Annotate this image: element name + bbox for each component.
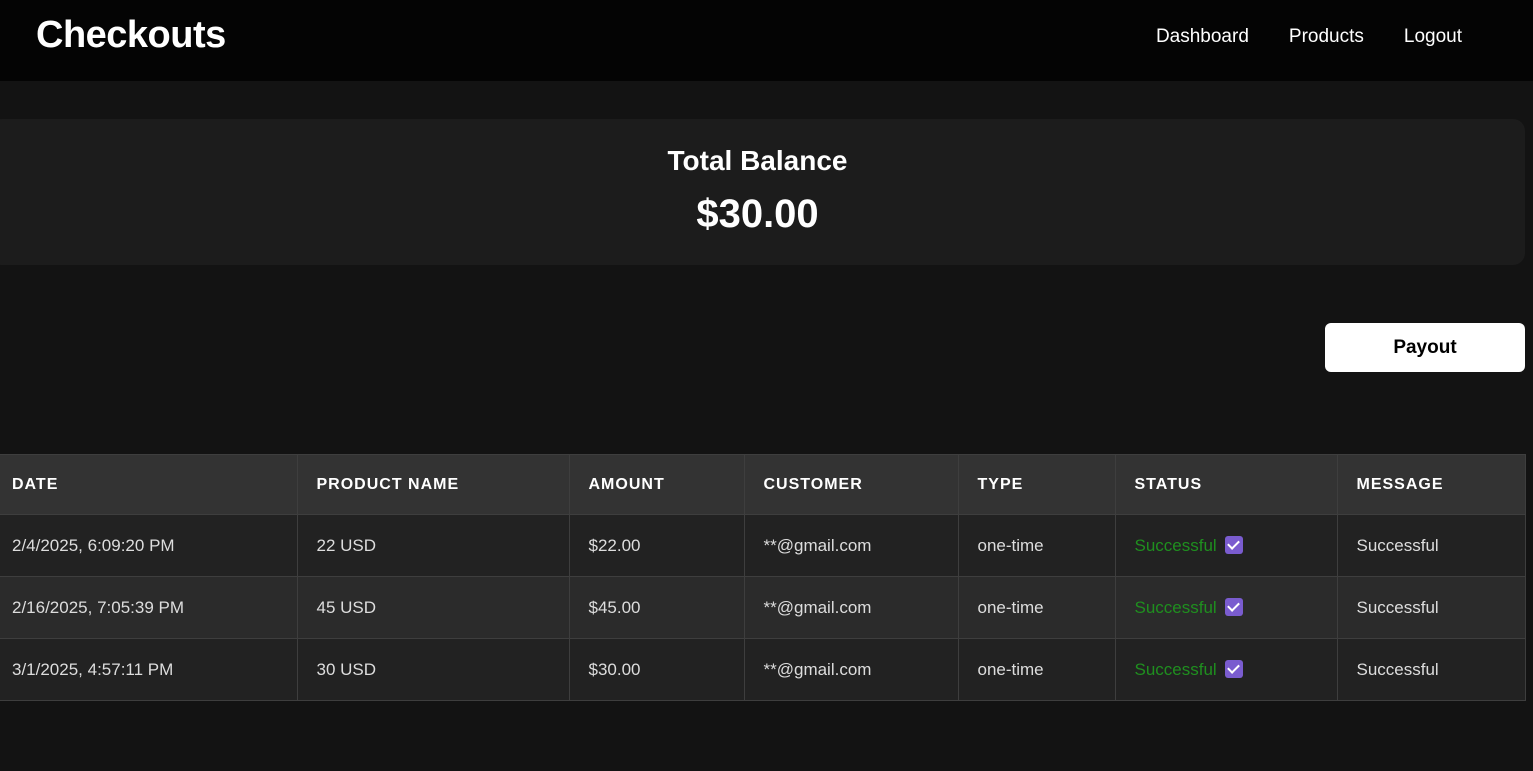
- table-row[interactable]: 2/4/2025, 6:09:20 PM 22 USD $22.00 **@gm…: [0, 514, 1526, 577]
- check-icon: [1224, 597, 1243, 616]
- column-header-amount[interactable]: AMOUNT: [568, 454, 745, 515]
- cell-message: Successful: [1336, 638, 1526, 701]
- cell-product-name: 30 USD: [296, 638, 570, 701]
- check-icon: [1224, 659, 1243, 678]
- cell-status: Successful: [1114, 576, 1338, 639]
- cell-type: one-time: [957, 514, 1116, 577]
- transactions-table-container: DATE PRODUCT NAME AMOUNT CUSTOMER TYPE S…: [0, 454, 1526, 701]
- cell-customer: **@gmail.com: [743, 514, 959, 577]
- payout-button[interactable]: Payout: [1325, 323, 1525, 372]
- cell-product-name: 45 USD: [296, 576, 570, 639]
- cell-date: 3/1/2025, 4:57:11 PM: [0, 638, 298, 701]
- top-nav-bar: Checkouts Dashboard Products Logout: [0, 0, 1533, 81]
- table-row[interactable]: 2/16/2025, 7:05:39 PM 45 USD $45.00 **@g…: [0, 576, 1526, 639]
- transactions-table: DATE PRODUCT NAME AMOUNT CUSTOMER TYPE S…: [0, 454, 1526, 701]
- column-header-customer[interactable]: CUSTOMER: [743, 454, 959, 515]
- nav-link-logout[interactable]: Logout: [1404, 26, 1462, 48]
- main-nav: Dashboard Products Logout: [1156, 26, 1462, 48]
- balance-amount: $30.00: [696, 192, 819, 236]
- column-header-product-name[interactable]: PRODUCT NAME: [296, 454, 570, 515]
- nav-link-products[interactable]: Products: [1289, 26, 1364, 48]
- cell-amount: $30.00: [568, 638, 745, 701]
- check-icon: [1224, 535, 1243, 554]
- balance-label: Total Balance: [667, 145, 848, 176]
- cell-status: Successful: [1114, 638, 1338, 701]
- cell-amount: $22.00: [568, 514, 745, 577]
- status-text: Successful: [1134, 535, 1217, 555]
- cell-status: Successful: [1114, 514, 1338, 577]
- table-row[interactable]: 3/1/2025, 4:57:11 PM 30 USD $30.00 **@gm…: [0, 638, 1526, 701]
- column-header-message[interactable]: MESSAGE: [1336, 454, 1526, 515]
- cell-date: 2/4/2025, 6:09:20 PM: [0, 514, 298, 577]
- cell-amount: $45.00: [568, 576, 745, 639]
- cell-type: one-time: [957, 638, 1116, 701]
- column-header-date[interactable]: DATE: [0, 454, 298, 515]
- table-header-row: DATE PRODUCT NAME AMOUNT CUSTOMER TYPE S…: [0, 454, 1526, 515]
- nav-link-dashboard[interactable]: Dashboard: [1156, 26, 1249, 48]
- cell-date: 2/16/2025, 7:05:39 PM: [0, 576, 298, 639]
- balance-card: Total Balance $30.00: [0, 119, 1525, 265]
- column-header-status[interactable]: STATUS: [1114, 454, 1338, 515]
- cell-message: Successful: [1336, 514, 1526, 577]
- cell-customer: **@gmail.com: [743, 638, 959, 701]
- status-text: Successful: [1134, 659, 1217, 679]
- status-text: Successful: [1134, 597, 1217, 617]
- cell-type: one-time: [957, 576, 1116, 639]
- cell-customer: **@gmail.com: [743, 576, 959, 639]
- cell-product-name: 22 USD: [296, 514, 570, 577]
- brand-title: Checkouts: [36, 14, 226, 56]
- cell-message: Successful: [1336, 576, 1526, 639]
- column-header-type[interactable]: TYPE: [957, 454, 1116, 515]
